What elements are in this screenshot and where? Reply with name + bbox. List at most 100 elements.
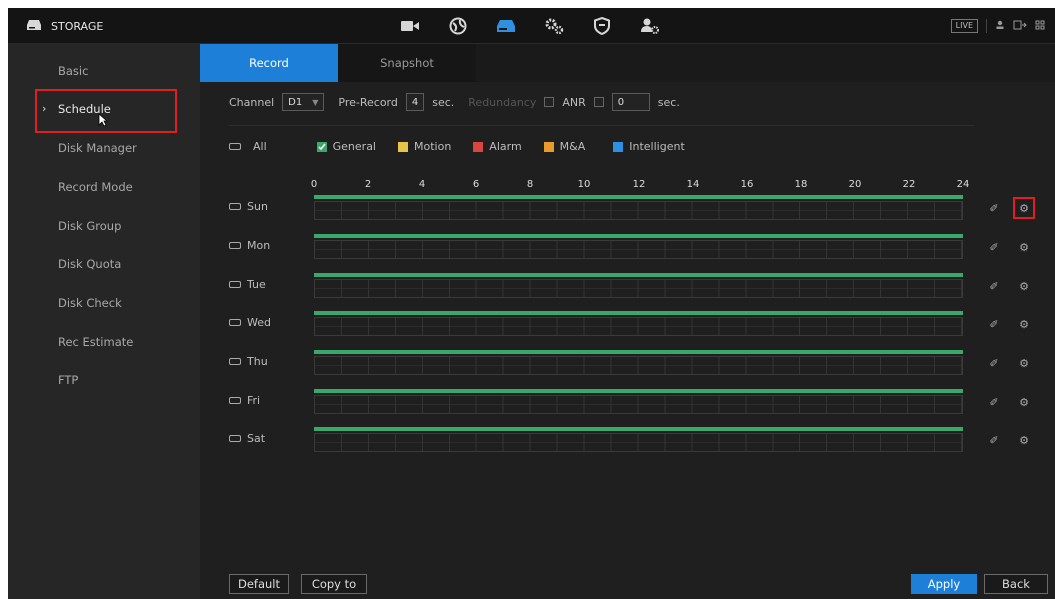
nav-storage[interactable] xyxy=(482,8,530,44)
legend-alarm[interactable]: Alarm xyxy=(473,140,522,153)
redundancy-checkbox[interactable] xyxy=(544,97,555,107)
hour-tick-label: 0 xyxy=(310,179,318,190)
prerecord-input[interactable]: 4 xyxy=(405,93,425,111)
day-checkbox[interactable] xyxy=(229,281,241,288)
live-button[interactable]: LIVE xyxy=(950,19,978,33)
all-checkbox[interactable] xyxy=(229,143,241,150)
schedule-grid[interactable] xyxy=(314,356,963,375)
sidebar-item-ftp[interactable]: FTP xyxy=(8,361,200,399)
schedule-grid[interactable] xyxy=(314,317,963,336)
sidebar-item-disk-group[interactable]: Disk Group xyxy=(8,207,200,245)
legend-motion[interactable]: Motion xyxy=(398,140,451,153)
nav-network[interactable] xyxy=(434,8,482,44)
day-toggle[interactable]: Sun xyxy=(229,200,268,213)
edit-pencil-icon[interactable]: ✐ xyxy=(985,393,1003,411)
apply-button[interactable]: Apply xyxy=(911,574,977,594)
ma-swatch-checkbox[interactable] xyxy=(543,141,554,152)
day-toggle[interactable]: Tue xyxy=(229,278,266,291)
copy-to-button[interactable]: Copy to xyxy=(301,574,367,594)
nav-security[interactable] xyxy=(578,8,626,44)
tab-snapshot[interactable]: Snapshot xyxy=(338,44,476,82)
record-settings-row: Channel D1 ▼ Pre-Record 4 sec. Redundanc… xyxy=(229,92,680,112)
day-checkbox[interactable] xyxy=(229,203,241,210)
settings-gear-icon[interactable]: ⚙ xyxy=(1015,315,1033,333)
general-swatch-checkbox[interactable] xyxy=(316,141,327,152)
anr-input[interactable]: 0 xyxy=(611,93,650,111)
sidebar-item-disk-quota[interactable]: Disk Quota xyxy=(8,245,200,283)
back-button[interactable]: Back xyxy=(984,574,1048,594)
hour-tick-label: 8 xyxy=(526,179,534,190)
schedule-grid[interactable] xyxy=(314,279,963,298)
edit-pencil-icon[interactable]: ✐ xyxy=(985,199,1003,217)
network-globe-icon xyxy=(449,17,467,35)
intelligent-swatch-checkbox[interactable] xyxy=(613,141,624,152)
tab-record[interactable]: Record xyxy=(200,44,338,82)
settings-gear-icon[interactable]: ⚙ xyxy=(1015,277,1033,295)
edit-pencil-icon[interactable]: ✐ xyxy=(985,431,1003,449)
legend-intelligent[interactable]: Intelligent xyxy=(613,140,685,153)
channel-select[interactable]: D1 ▼ xyxy=(282,93,325,111)
day-checkbox[interactable] xyxy=(229,242,241,249)
sidebar-item-disk-manager[interactable]: Disk Manager xyxy=(8,129,200,167)
day-label: Sun xyxy=(247,200,268,213)
settings-gear-icon[interactable]: ⚙ xyxy=(1015,431,1033,449)
schedule-grid[interactable] xyxy=(314,433,963,452)
day-checkbox[interactable] xyxy=(229,435,241,442)
user-icon[interactable] xyxy=(995,20,1005,33)
hour-tick-label: 22 xyxy=(902,179,916,190)
nav-camera[interactable] xyxy=(386,8,434,44)
settings-gear-icon[interactable]: ⚙ xyxy=(1015,238,1033,256)
hour-tick-label: 2 xyxy=(364,179,372,190)
schedule-bar[interactable] xyxy=(314,427,963,431)
default-button[interactable]: Default xyxy=(229,574,289,594)
hour-tick-label: 6 xyxy=(472,179,480,190)
sidebar-item-basic[interactable]: Basic xyxy=(8,52,200,90)
edit-pencil-icon[interactable]: ✐ xyxy=(985,354,1003,372)
all-toggle[interactable]: All xyxy=(229,140,267,153)
sidebar-item-disk-check[interactable]: Disk Check xyxy=(8,284,200,322)
schedule-bar[interactable] xyxy=(314,311,963,315)
motion-swatch-checkbox[interactable] xyxy=(398,141,408,152)
day-toggle[interactable]: Mon xyxy=(229,239,270,252)
legend-general[interactable]: General xyxy=(316,140,376,153)
schedule-row-thu: Thu ✐ ⚙ xyxy=(229,350,1049,380)
day-checkbox[interactable] xyxy=(229,358,241,365)
logout-icon[interactable] xyxy=(1013,20,1027,33)
day-checkbox[interactable] xyxy=(229,319,241,326)
edit-pencil-icon[interactable]: ✐ xyxy=(985,315,1003,333)
sidebar-item-record-mode[interactable]: Record Mode xyxy=(8,168,200,206)
settings-gear-icon[interactable]: ⚙ xyxy=(1013,197,1035,219)
day-toggle[interactable]: Sat xyxy=(229,432,265,445)
day-label: Thu xyxy=(247,355,268,368)
settings-gear-icon[interactable]: ⚙ xyxy=(1015,393,1033,411)
alarm-swatch-checkbox[interactable] xyxy=(473,141,484,152)
schedule-bar[interactable] xyxy=(314,234,963,238)
day-checkbox[interactable] xyxy=(229,397,241,404)
schedule-bar[interactable] xyxy=(314,350,963,354)
settings-gear-icon[interactable]: ⚙ xyxy=(1015,354,1033,372)
sidebar: Basic › Schedule Disk Manager Record Mod… xyxy=(8,44,200,599)
settings-gears-icon xyxy=(545,18,564,35)
schedule-grid[interactable] xyxy=(314,240,963,259)
schedule-bar[interactable] xyxy=(314,389,963,393)
schedule-row-wed: Wed ✐ ⚙ xyxy=(229,311,1049,341)
hour-tick-label: 4 xyxy=(418,179,426,190)
nav-system[interactable] xyxy=(530,8,578,44)
anr-label: ANR xyxy=(562,95,586,109)
hour-tick-label: 14 xyxy=(686,179,700,190)
schedule-bar[interactable] xyxy=(314,195,963,199)
edit-pencil-icon[interactable]: ✐ xyxy=(985,238,1003,256)
schedule-grid[interactable] xyxy=(314,395,963,414)
anr-unit: sec. xyxy=(657,95,680,109)
schedule-grid[interactable] xyxy=(314,201,963,220)
day-toggle[interactable]: Thu xyxy=(229,355,268,368)
day-toggle[interactable]: Fri xyxy=(229,394,260,407)
edit-pencil-icon[interactable]: ✐ xyxy=(985,277,1003,295)
legend-ma[interactable]: M&A xyxy=(543,140,585,153)
nav-account[interactable] xyxy=(626,8,674,44)
sidebar-item-rec-estimate[interactable]: Rec Estimate xyxy=(8,323,200,361)
grid-icon[interactable] xyxy=(1035,20,1045,33)
anr-checkbox[interactable] xyxy=(593,97,604,107)
schedule-bar[interactable] xyxy=(314,273,963,277)
day-toggle[interactable]: Wed xyxy=(229,316,271,329)
